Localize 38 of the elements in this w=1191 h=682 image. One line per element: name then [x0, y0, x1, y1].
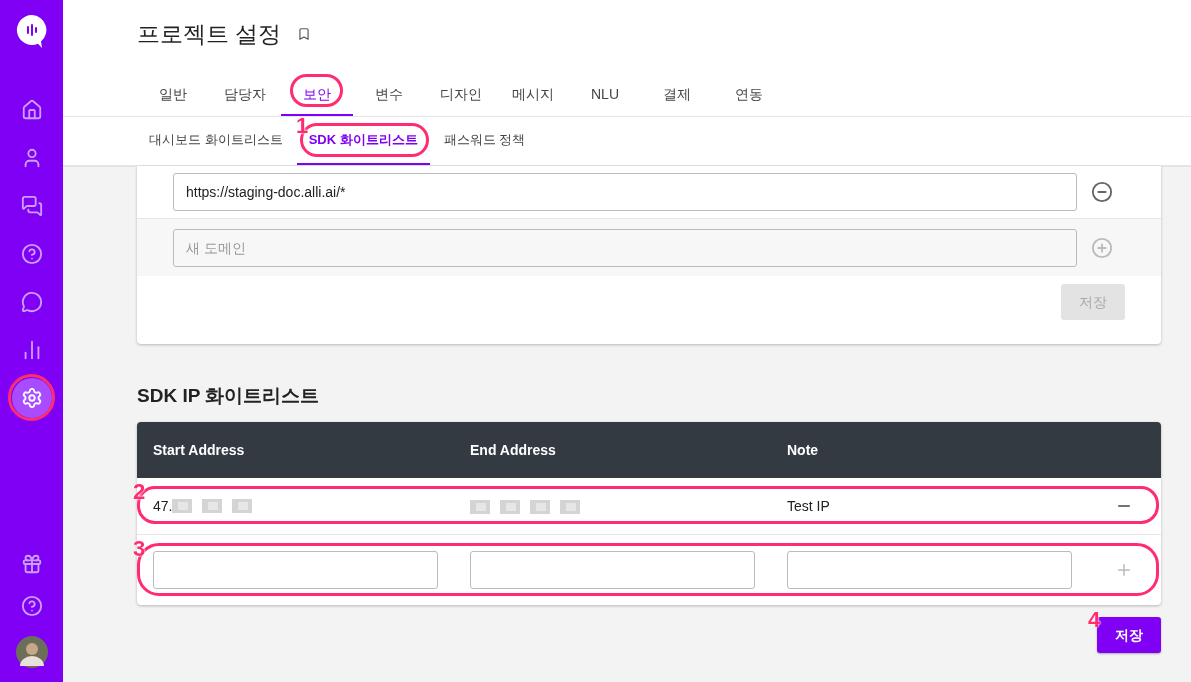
- sub-tab[interactable]: 대시보드 화이트리스트: [137, 117, 295, 165]
- tab[interactable]: 보안: [281, 74, 353, 116]
- remove-icon[interactable]: [1091, 181, 1113, 203]
- tab[interactable]: NLU: [569, 74, 641, 116]
- input-field[interactable]: [470, 551, 755, 589]
- tab[interactable]: 일반: [137, 74, 209, 116]
- tab[interactable]: 변수: [353, 74, 425, 116]
- new-domain-field[interactable]: 새 도메인: [173, 228, 1077, 267]
- message-icon: [20, 291, 43, 313]
- domain-field[interactable]: https://staging-doc.alli.ai/*: [173, 173, 1077, 211]
- bookmark-icon[interactable]: [297, 27, 312, 41]
- gift-icon: [20, 553, 43, 575]
- chat-icon: [20, 195, 43, 217]
- logo-icon: [15, 14, 48, 50]
- sub-tab[interactable]: 패스워드 정책: [431, 117, 538, 165]
- column-header: Note: [787, 440, 820, 460]
- column-header: End Address: [470, 440, 557, 460]
- table-cell-text: 47.: [153, 496, 173, 516]
- page-title: 프로젝트 설정: [137, 20, 282, 49]
- tab[interactable]: 담당자: [209, 74, 281, 116]
- table-cell-text: Test IP: [787, 496, 831, 516]
- avatar[interactable]: [15, 636, 48, 668]
- sidebar-nav-item[interactable]: [19, 594, 44, 618]
- help-icon: [20, 595, 43, 617]
- section-title: SDK IP 화이트리스트: [137, 384, 321, 408]
- tab[interactable]: 디자인: [425, 74, 497, 116]
- input-field[interactable]: [153, 551, 438, 589]
- add-icon[interactable]: [1115, 561, 1133, 579]
- tab[interactable]: 메시지: [497, 74, 569, 116]
- tab[interactable]: 결제: [641, 74, 713, 116]
- sidebar-nav-item[interactable]: [11, 378, 52, 418]
- add-icon[interactable]: [1091, 236, 1113, 259]
- help-icon: [20, 243, 43, 265]
- input-field[interactable]: [787, 551, 1072, 589]
- column-header: Start Address: [153, 440, 246, 460]
- settings-icon: [20, 387, 43, 409]
- home-icon: [20, 99, 43, 121]
- tab[interactable]: 연동: [713, 74, 785, 116]
